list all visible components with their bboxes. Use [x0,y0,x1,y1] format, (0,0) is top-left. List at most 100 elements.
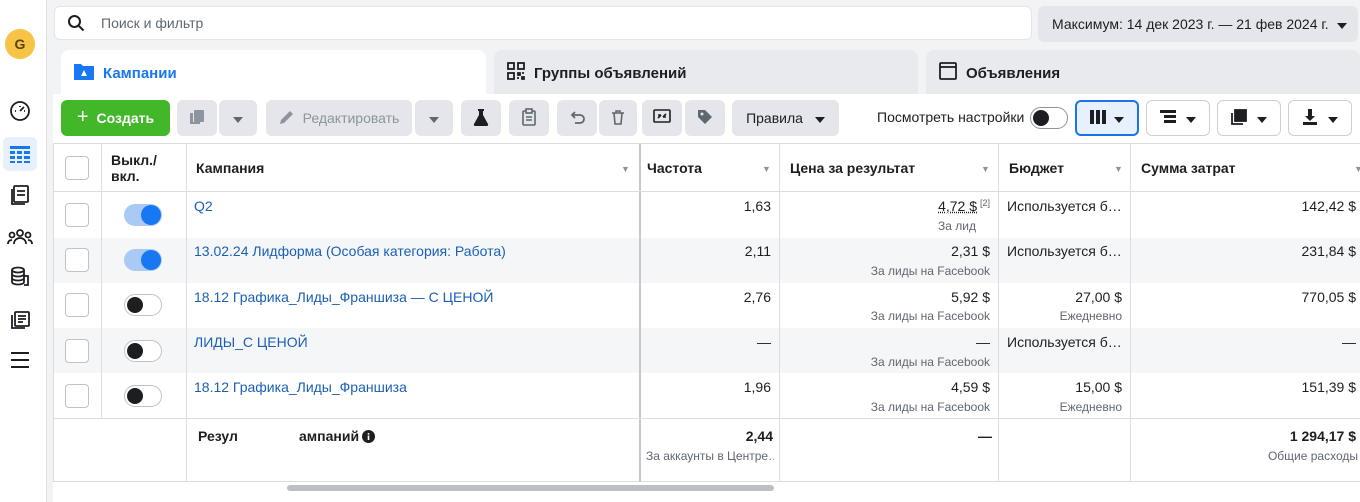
create-button[interactable]: + Создать [61,100,170,136]
campaign-toggle[interactable] [124,340,162,362]
tag-icon [697,109,713,128]
col-divider-frozen [639,144,641,482]
view-settings-toggle[interactable] [1030,107,1068,129]
campaign-toggle[interactable] [124,385,162,407]
audiences-icon[interactable] [3,220,37,254]
rules-label: Правила [746,110,803,126]
rules-dropdown[interactable]: Правила [732,100,839,136]
horizontal-scrollbar[interactable] [287,485,774,491]
edit-label: Редактировать [303,110,400,126]
tab-label: Группы объявлений [534,65,686,82]
header-frequency[interactable]: Частота [647,160,702,176]
budget-period: Ежедневно [1060,309,1122,323]
col-divider [779,144,780,482]
view-settings-label: Посмотреть настройки [877,109,1024,125]
campaign-toggle[interactable] [124,204,162,226]
toggle-knob [1033,110,1049,126]
tab-label: Кампании [103,65,177,82]
breakdown-button[interactable] [1146,100,1210,136]
clipboard-button[interactable] [509,100,549,136]
export-preview-button[interactable] [642,100,682,136]
cost-value[interactable]: 2,31 $ [951,243,990,259]
campaign-name-link[interactable]: ЛИДЫ_С ЦЕНОЙ [194,334,308,350]
campaign-name-link[interactable]: 13.02.24 Лидформа (Особая категория: Раб… [194,243,506,259]
cost-value[interactable]: 4,59 $ [951,379,990,395]
undo-button[interactable] [557,100,597,136]
edit-button[interactable]: Редактировать [266,100,412,136]
cost-value[interactable]: 5,92 $ [951,289,990,305]
chevron-down-icon [1337,16,1347,32]
campaign-name-link[interactable]: 18.12 Графика_Лиды_Франшиза — С ЦЕНОЙ [194,289,493,305]
info-icon[interactable] [362,430,375,446]
date-range-picker[interactable]: Максимум: 14 дек 2023 г. — 21 фев 2024 г… [1038,6,1358,42]
columns-button[interactable] [1075,100,1139,136]
col-divider [186,144,187,482]
header-budget[interactable]: Бюджет [1009,160,1064,176]
menu-hamburger-icon[interactable] [3,343,37,377]
delete-button[interactable] [599,100,637,136]
ab-test-button[interactable] [461,100,501,136]
toggle-knob [141,250,161,270]
row-checkbox[interactable] [65,248,89,272]
trash-icon [610,109,626,128]
campaign-name-link[interactable]: 18.12 Графика_Лиды_Франшиза [194,379,407,395]
chevron-down-icon [1186,111,1196,126]
sort-icon[interactable]: ▼ [981,164,990,174]
sort-icon[interactable]: ▼ [1354,164,1360,174]
sort-icon[interactable]: ▼ [1114,164,1123,174]
reports-button[interactable] [1217,100,1281,136]
campaigns-table [53,143,1360,482]
campaign-toggle[interactable] [124,249,162,271]
tab-ads[interactable]: Объявления [926,50,1360,96]
export-button[interactable] [1288,100,1352,136]
col-divider [1130,144,1131,482]
tab-ad-sets[interactable]: Группы объявлений [494,50,918,96]
summary-frequency-sub: За аккаунты в Центре… [646,449,774,463]
dashboard-gauge-icon[interactable] [3,93,37,127]
chevron-down-icon [1114,111,1124,126]
toggle-knob [127,343,143,359]
spend-value: 231,84 $ [1302,243,1357,259]
result-type: За лиды на Facebook [871,309,990,323]
sort-icon[interactable]: ▼ [762,164,771,174]
billing-coins-icon[interactable] [3,260,37,294]
sort-icon[interactable]: ▼ [621,164,630,174]
row-checkbox[interactable] [65,339,89,363]
header-onoff[interactable]: Выкл./ вкл. [111,152,157,184]
account-avatar[interactable]: G [5,29,35,59]
cost-value[interactable]: 4,72 $ [938,198,977,214]
row-checkbox[interactable] [65,293,89,317]
plus-icon: + [77,107,89,127]
row-checkbox[interactable] [65,384,89,408]
pages-stack-icon[interactable] [3,178,37,212]
duplicate-dropdown[interactable] [219,100,257,136]
tag-button[interactable] [685,100,725,136]
header-campaign[interactable]: Кампания [196,160,264,176]
select-all-checkbox[interactable] [65,156,89,180]
cost-value[interactable]: — [976,334,990,350]
search-input[interactable] [101,15,951,31]
duplicate-button[interactable] [177,100,217,136]
header-amount-spent[interactable]: Сумма затрат [1141,160,1236,176]
summary-label-start: Резул [198,428,238,444]
grid-icon [506,61,526,85]
header-cost-per-result[interactable]: Цена за результат [790,160,915,176]
row-divider [54,418,1360,419]
date-range-label: Максимум: 14 дек 2023 г. — 21 фев 2024 г… [1052,16,1329,32]
campaign-name-link[interactable]: Q2 [194,198,213,214]
folder-icon [73,61,95,85]
row-checkbox[interactable] [65,203,89,227]
frequency-value: — [757,334,771,350]
frequency-value: 1,96 [744,379,771,395]
left-rail: G [0,0,47,502]
col-divider [101,144,102,419]
campaigns-table-icon[interactable] [3,137,37,171]
tab-campaigns[interactable]: Кампании [61,50,486,96]
result-type: За лиды на Facebook [871,400,990,414]
pencil-icon [279,109,295,128]
campaign-toggle[interactable] [124,294,162,316]
search-bar[interactable] [54,6,1032,40]
edit-dropdown[interactable] [415,100,453,136]
ads-library-icon[interactable] [3,302,37,336]
reports-icon [1231,109,1247,128]
